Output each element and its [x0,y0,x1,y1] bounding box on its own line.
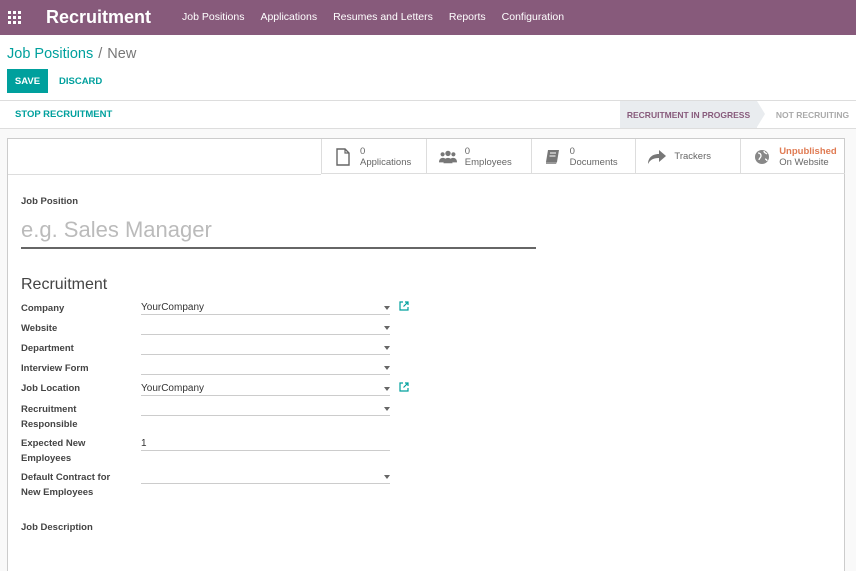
external-link-icon[interactable] [399,301,409,311]
unpublished-status: Unpublished [779,145,837,157]
control-panel: Job Positions / New SAVE DISCARD [0,35,856,101]
employees-label: Employees [464,156,512,168]
form-sheet: 0 Applications 0 Employees 0 Documents Trac… [7,138,845,571]
section-title-recruitment: Recruitment [21,276,108,293]
default-contract-label-line2: New Employees [21,487,94,498]
documents-count: 0 [569,145,575,157]
department-label: Department [21,343,74,354]
job-position-input[interactable] [21,213,536,249]
job-position-label: Job Position [21,196,78,207]
apps-menu-icon[interactable] [0,0,28,35]
dropdown-caret-icon [384,326,390,330]
discard-button[interactable]: DISCARD [55,69,106,93]
breadcrumb-current: New [107,46,137,62]
website-label: Website [21,323,58,334]
trackers-button[interactable]: Trackers [635,139,740,174]
company-value: YourCompany [141,302,205,313]
recruitment-responsible-label-line2: Responsible [21,419,78,430]
applications-count: 0 [360,145,366,157]
recruitment-responsible-field[interactable] [141,402,390,416]
applications-label: Applications [360,156,412,168]
documents-label: Documents [569,156,618,168]
company-label: Company [21,303,65,314]
main-menu: Job Positions Applications Resumes and L… [174,0,572,35]
expected-new-employees-label: Expected New Employees [21,436,85,466]
breadcrumb-job-positions[interactable]: Job Positions [7,46,93,62]
recruitment-responsible-label-line1: Recruitment [21,404,77,415]
job-location-value: YourCompany [141,383,205,394]
stop-recruitment-button[interactable]: STOP RECRUITMENT [8,101,119,128]
documents-button[interactable]: 0 Documents [530,139,636,174]
menu-item-applications[interactable]: Applications [252,0,325,35]
interview-form-field[interactable] [141,361,390,375]
top-navbar: Recruitment Job Positions Applications R… [0,0,856,35]
users-icon [438,148,457,166]
department-field[interactable] [141,341,390,355]
dropdown-caret-icon [384,475,390,479]
save-button[interactable]: SAVE [7,69,48,93]
employees-count: 0 [464,145,471,157]
job-description-label: Job Description [21,522,93,533]
applications-button[interactable]: 0 Applications [321,139,426,174]
menu-item-reports[interactable]: Reports [441,0,494,35]
dropdown-caret-icon [384,346,390,350]
external-link-icon[interactable] [399,382,409,392]
menu-item-configuration[interactable]: Configuration [494,0,572,35]
interview-form-label: Interview Form [21,363,89,374]
status-bar: STOP RECRUITMENT RECRUITMENT IN PROGRESS… [0,100,856,129]
stage-arrow [757,101,765,127]
dropdown-caret-icon [384,366,390,370]
trackers-label: Trackers [674,151,711,162]
file-icon [334,147,352,166]
company-field[interactable]: YourCompany [141,301,390,315]
expected-new-employees-label-line2: Employees [21,453,72,464]
book-icon [544,148,562,166]
menu-item-resumes-and-letters[interactable]: Resumes and Letters [325,0,441,35]
website-field[interactable] [141,321,390,335]
expected-new-employees-value: 1 [141,438,147,449]
dropdown-caret-icon [384,407,390,411]
default-contract-label-line1: Default Contract for [21,472,111,483]
default-contract-label: Default Contract for New Employees [21,470,110,500]
job-location-field[interactable]: YourCompany [141,382,390,396]
globe-icon [753,148,771,166]
recruitment-responsible-label: Recruitment Responsible [21,402,78,432]
stage-recruitment-in-progress[interactable]: RECRUITMENT IN PROGRESS [620,101,757,128]
smart-button-box: 0 Applications 0 Employees 0 Documents Trac… [321,139,845,174]
breadcrumb: Job Positions / New [7,46,136,62]
expected-new-employees-label-line1: Expected New [21,438,86,449]
menu-item-job-positions[interactable]: Job Positions [174,0,252,35]
employees-button[interactable]: 0 Employees [425,139,531,174]
default-contract-field[interactable] [141,470,390,484]
stage-not-recruiting[interactable]: NOT RECRUITING [769,101,856,128]
breadcrumb-separator: / [98,46,103,62]
dropdown-caret-icon [384,387,390,391]
expected-new-employees-field[interactable]: 1 [141,437,390,451]
dropdown-caret-icon [384,306,390,310]
share-icon [648,148,667,166]
on-website-label: On Website [779,156,829,168]
job-location-label: Job Location [21,383,81,394]
divider [8,174,321,175]
website-publish-button[interactable]: Unpublished On Website [740,139,845,174]
app-title: Recruitment [46,7,152,27]
